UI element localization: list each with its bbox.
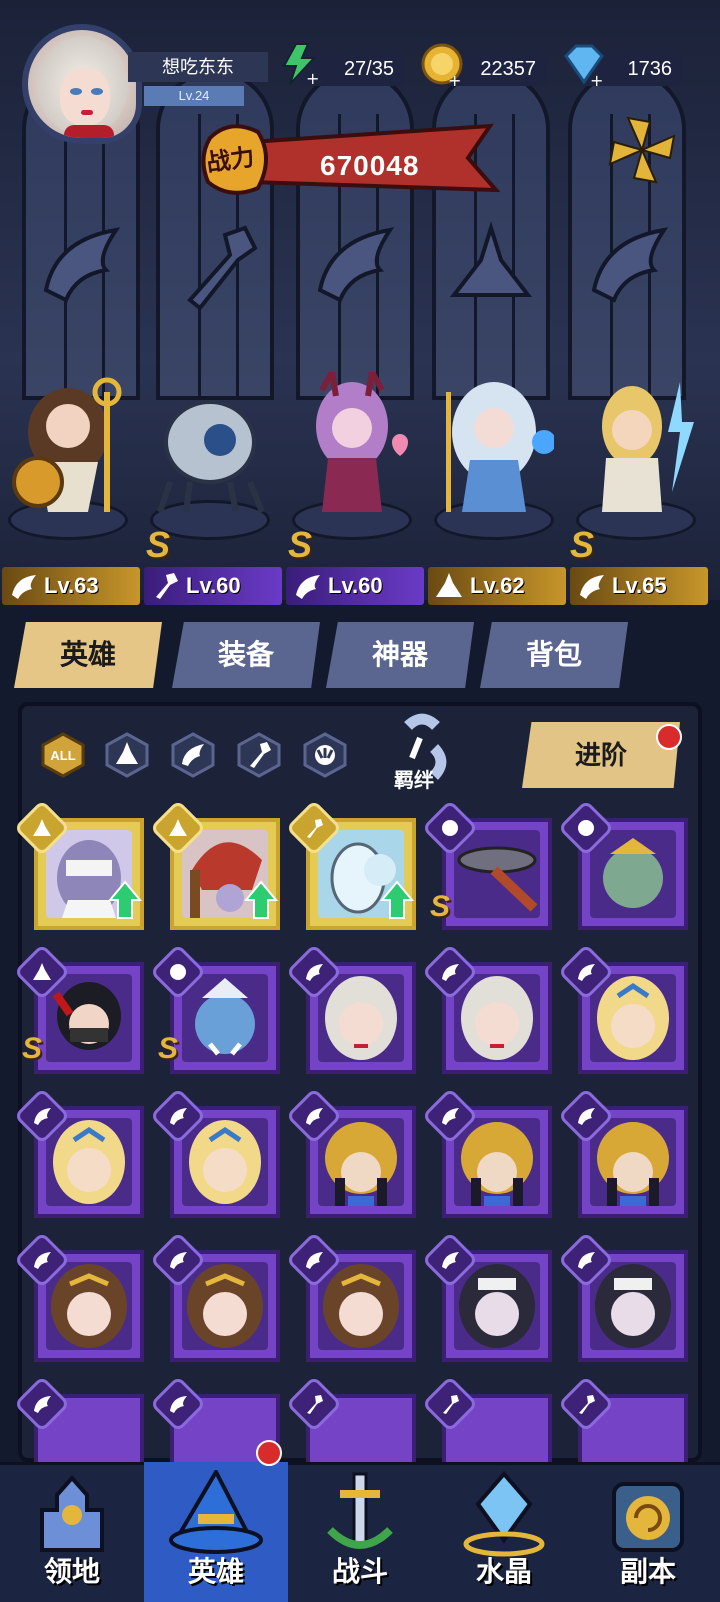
nav-label: 领地	[43, 1556, 100, 1587]
team-hero-level-text: Lv.65	[612, 573, 667, 598]
wing-icon	[296, 575, 320, 599]
team-hero-1[interactable]	[8, 372, 128, 522]
filter-wing-icon[interactable]	[170, 732, 216, 778]
nav-territory[interactable]: 领地	[0, 1462, 144, 1602]
team-hero-4[interactable]	[434, 372, 556, 522]
flask-icon	[436, 573, 462, 597]
wing-icon	[580, 575, 604, 599]
combat-power-value: 670048	[320, 150, 420, 181]
filter-flask-icon[interactable]	[104, 732, 150, 778]
s-rank-badge: S	[158, 1032, 179, 1065]
stamina-bolt-icon[interactable]: +	[276, 40, 324, 88]
team-hero-3[interactable]	[292, 363, 412, 522]
diamond-gem-icon[interactable]: +	[560, 40, 608, 90]
slot-wing-emblem-icon	[36, 220, 126, 310]
team-hero-level: Lv.63	[2, 567, 140, 605]
filter-all-button[interactable]: ALL	[40, 732, 86, 778]
nav-notification-dot	[256, 1440, 282, 1466]
tab-artifacts[interactable]: 神器	[326, 622, 474, 688]
tab-heroes[interactable]: 英雄	[14, 622, 162, 688]
player-avatar[interactable]	[22, 24, 142, 144]
pinwheel-menu-icon[interactable]	[604, 112, 680, 188]
wizard-hat-icon	[169, 1470, 263, 1554]
upgrade-arrow-icon	[243, 880, 279, 920]
nav-heroes[interactable]: 英雄	[144, 1462, 288, 1602]
filter-wrench-icon[interactable]	[236, 732, 282, 778]
crystal-icon	[463, 1470, 545, 1557]
nav-dungeon[interactable]: 副本	[576, 1462, 720, 1602]
s-rank-badge: S	[570, 524, 595, 565]
player-name: 想吃东东	[128, 52, 268, 82]
wing-icon	[12, 575, 36, 599]
portal-icon	[612, 1482, 684, 1552]
team-hero-level: Lv.62	[428, 567, 566, 605]
sword-banner-icon	[327, 1472, 393, 1549]
s-rank-badge: S	[22, 1032, 43, 1065]
s-rank-badge: S	[146, 524, 171, 565]
slot-flask-emblem-icon	[446, 220, 536, 310]
nav-crystal[interactable]: 水晶	[432, 1462, 576, 1602]
slot-wing-emblem-icon	[584, 220, 674, 310]
team-hero-level-text: Lv.63	[44, 573, 99, 598]
slot-wing-emblem-icon	[310, 220, 400, 310]
filter-all-label: ALL	[50, 748, 75, 763]
tab-equipment[interactable]: 装备	[172, 622, 320, 688]
notification-dot	[656, 724, 682, 750]
gold-coin-icon[interactable]: +	[418, 40, 466, 90]
svg-text:+: +	[590, 71, 603, 88]
svg-text:+: +	[448, 71, 461, 88]
team-hero-level-text: Lv.60	[328, 573, 383, 598]
nav-label: 副本	[619, 1556, 676, 1587]
team-hero-2[interactable]	[150, 372, 270, 522]
wrench-icon	[156, 573, 178, 599]
team-hero-level: Lv.60	[144, 567, 282, 605]
s-rank-badge: S	[430, 890, 451, 923]
team-hero-level-text: Lv.60	[186, 573, 241, 598]
slot-wrench-emblem-icon	[170, 220, 260, 311]
bond-label[interactable]: 羁绊	[394, 764, 434, 793]
team-hero-level: Lv.60	[286, 567, 424, 605]
nav-battle[interactable]: 战斗	[288, 1462, 432, 1602]
s-rank-badge: S	[288, 524, 313, 565]
team-hero-level: Lv.65	[570, 567, 708, 605]
nav-label: 水晶	[475, 1556, 532, 1587]
svg-text:+: +	[306, 69, 319, 88]
nav-label: 英雄	[187, 1556, 244, 1587]
combat-power-label: 战力	[204, 143, 257, 178]
team-hero-5[interactable]	[576, 372, 696, 522]
nav-label: 战斗	[331, 1556, 388, 1587]
castle-icon	[40, 1474, 104, 1552]
player-level: Lv.24	[144, 86, 244, 106]
tab-backpack[interactable]: 背包	[480, 622, 628, 688]
upgrade-arrow-icon	[107, 880, 143, 920]
filter-claw-icon[interactable]	[302, 732, 348, 778]
upgrade-arrow-icon	[379, 880, 415, 920]
team-hero-level-text: Lv.62	[470, 573, 525, 598]
